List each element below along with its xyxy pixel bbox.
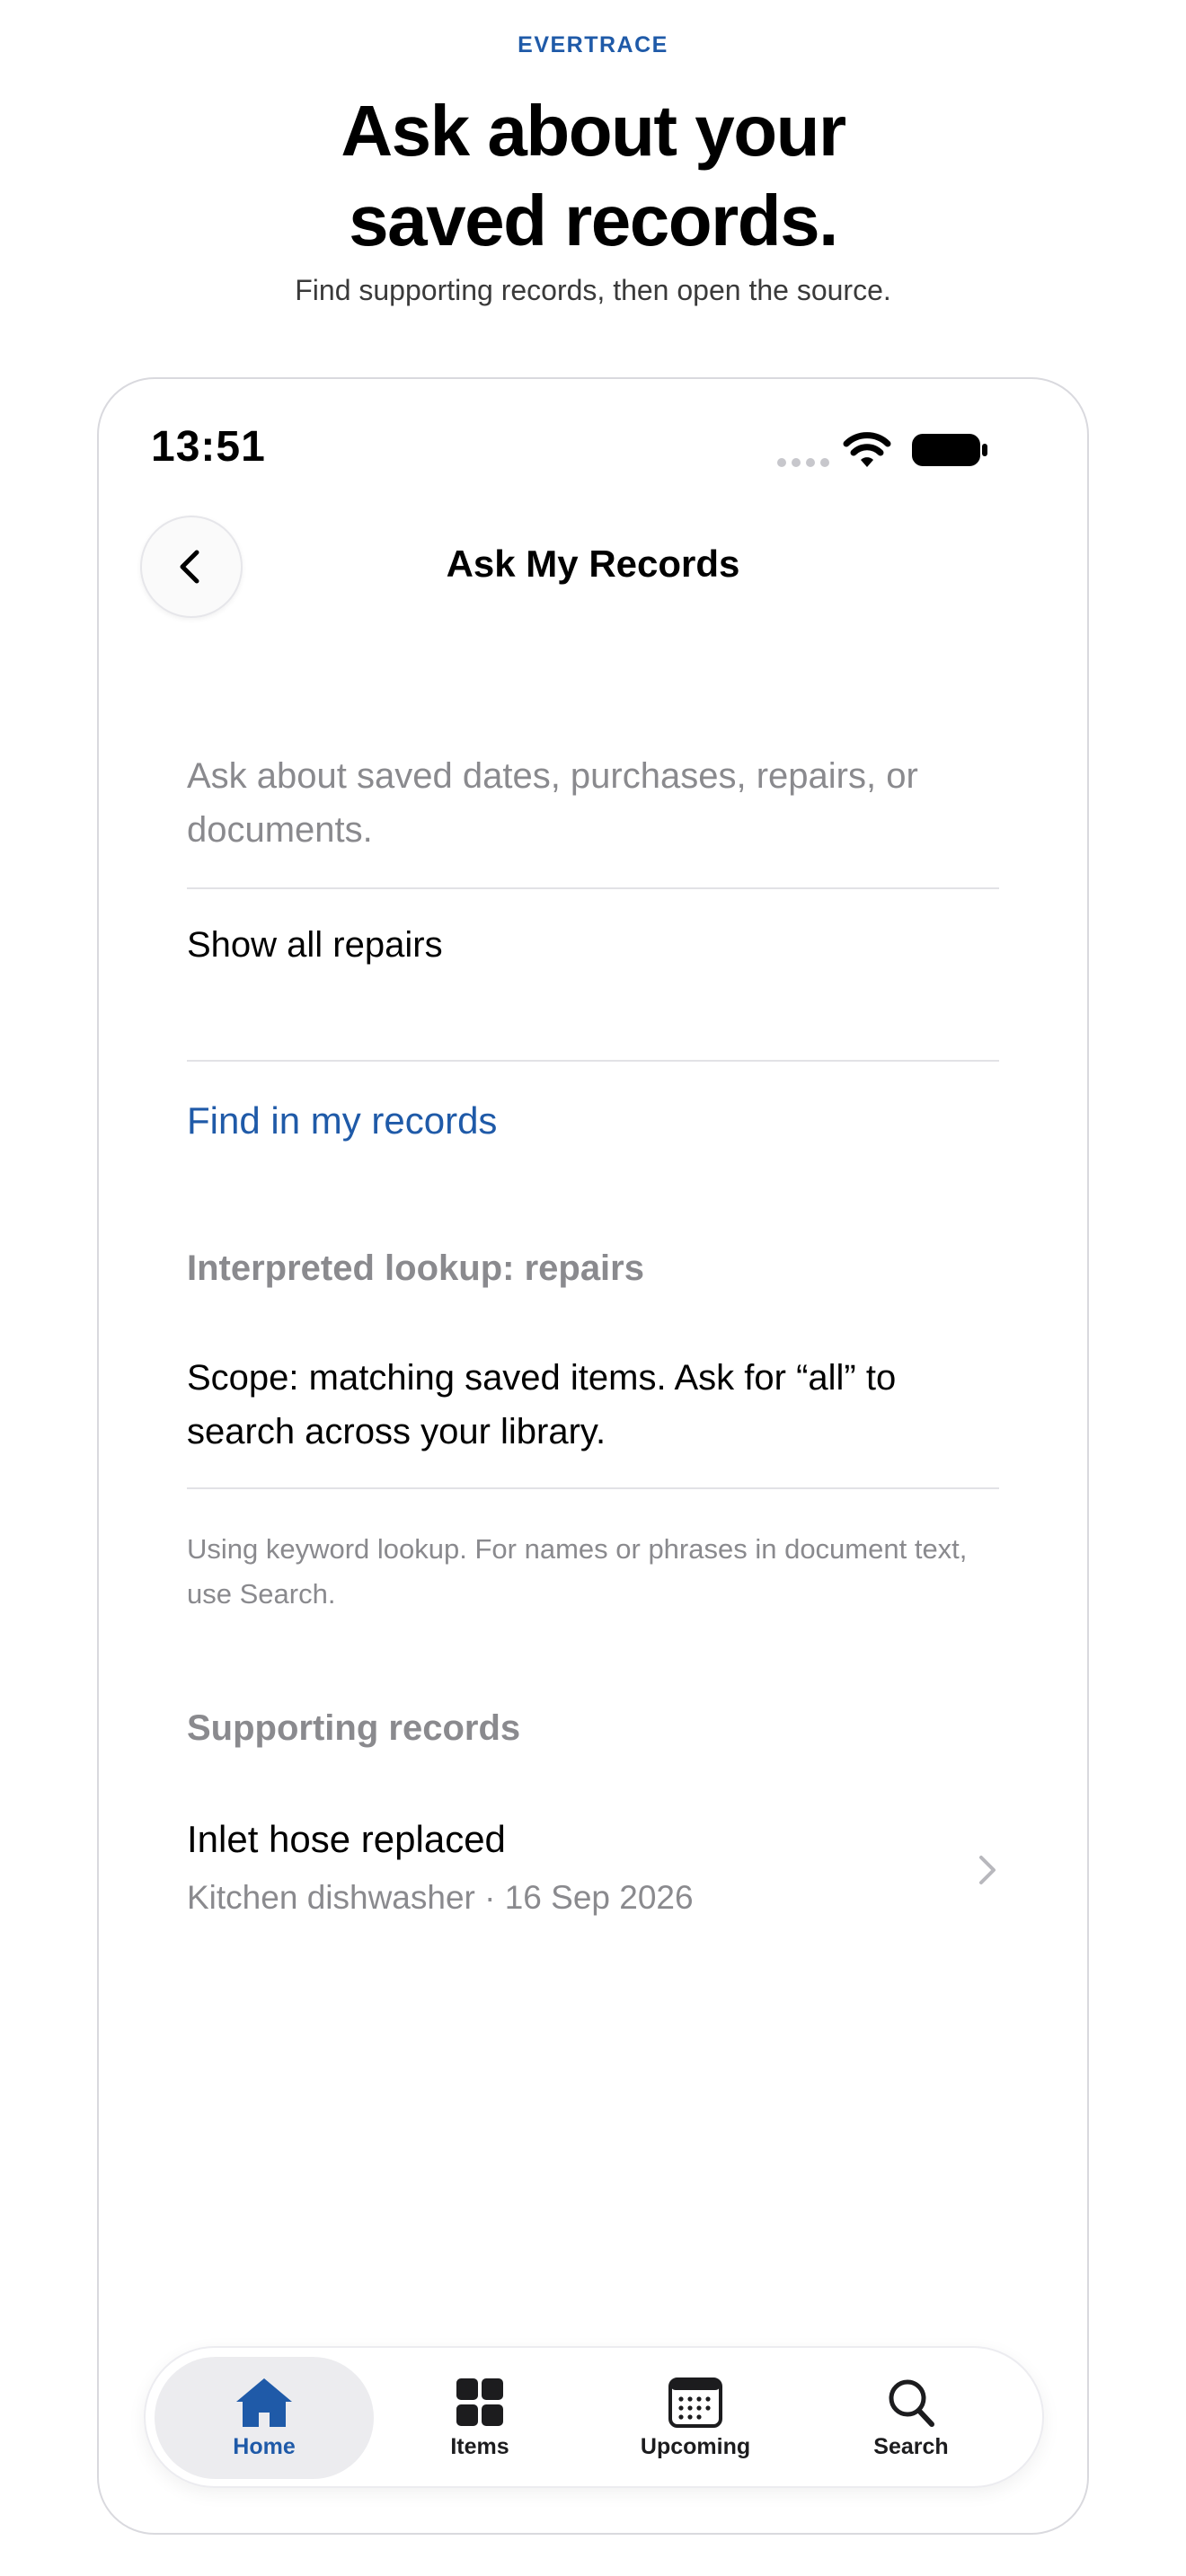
battery-icon: [912, 434, 987, 466]
subhead: Find supporting records, then open the s…: [295, 274, 891, 306]
headline: Ask about your saved records.: [0, 86, 1186, 266]
record-row[interactable]: Inlet hose replaced Kitchen dishwasher ·…: [187, 1805, 999, 1949]
scope-text: Scope: matching saved items. Ask for “al…: [187, 1358, 897, 1451]
page: EVERTRACE Ask about your saved records. …: [0, 0, 1186, 2576]
ask-prompt-hint: Ask about saved dates, purchases, repair…: [187, 756, 918, 850]
headline-line-1: Ask about your: [341, 91, 846, 171]
interpreted-lookup-label: Interpreted lookup: repairs: [187, 1248, 644, 1288]
record-title: Inlet hose replaced: [187, 1818, 506, 1860]
cellular-signal-icon: [777, 458, 829, 467]
supporting-records-label: Supporting records: [187, 1708, 521, 1748]
lookup-note: Using keyword lookup. For names or phras…: [187, 1533, 968, 1610]
headline-line-2: saved records.: [349, 181, 838, 260]
chevron-right-icon: [979, 1856, 996, 1884]
divider: [187, 1060, 999, 1062]
query-input[interactable]: [187, 925, 999, 966]
tab-label: Upcoming: [640, 2433, 751, 2459]
search-icon: [889, 2379, 934, 2427]
divider: [187, 1487, 999, 1489]
tab-label: Home: [233, 2433, 296, 2459]
tab-search[interactable]: Search: [801, 2357, 1021, 2479]
tab-items[interactable]: Items: [370, 2357, 589, 2479]
status-time: 13:51: [151, 423, 266, 471]
find-in-records-button[interactable]: Find in my records: [187, 1099, 497, 1142]
tab-upcoming[interactable]: Upcoming: [586, 2357, 805, 2479]
nav-title: Ask My Records: [446, 543, 740, 585]
home-icon: [236, 2378, 292, 2427]
tab-bar: Home Items Upcoming Search: [144, 2346, 1044, 2488]
brand-name: EVERTRACE: [518, 32, 668, 57]
calendar-icon: [668, 2377, 722, 2428]
tab-home[interactable]: Home: [155, 2357, 374, 2479]
tab-label: Items: [450, 2433, 509, 2459]
wifi-icon: [843, 432, 891, 467]
grid-icon: [456, 2378, 503, 2426]
tab-label: Search: [873, 2433, 949, 2459]
record-meta: Kitchen dishwasher · 16 Sep 2026: [187, 1879, 694, 1916]
divider: [187, 887, 999, 889]
